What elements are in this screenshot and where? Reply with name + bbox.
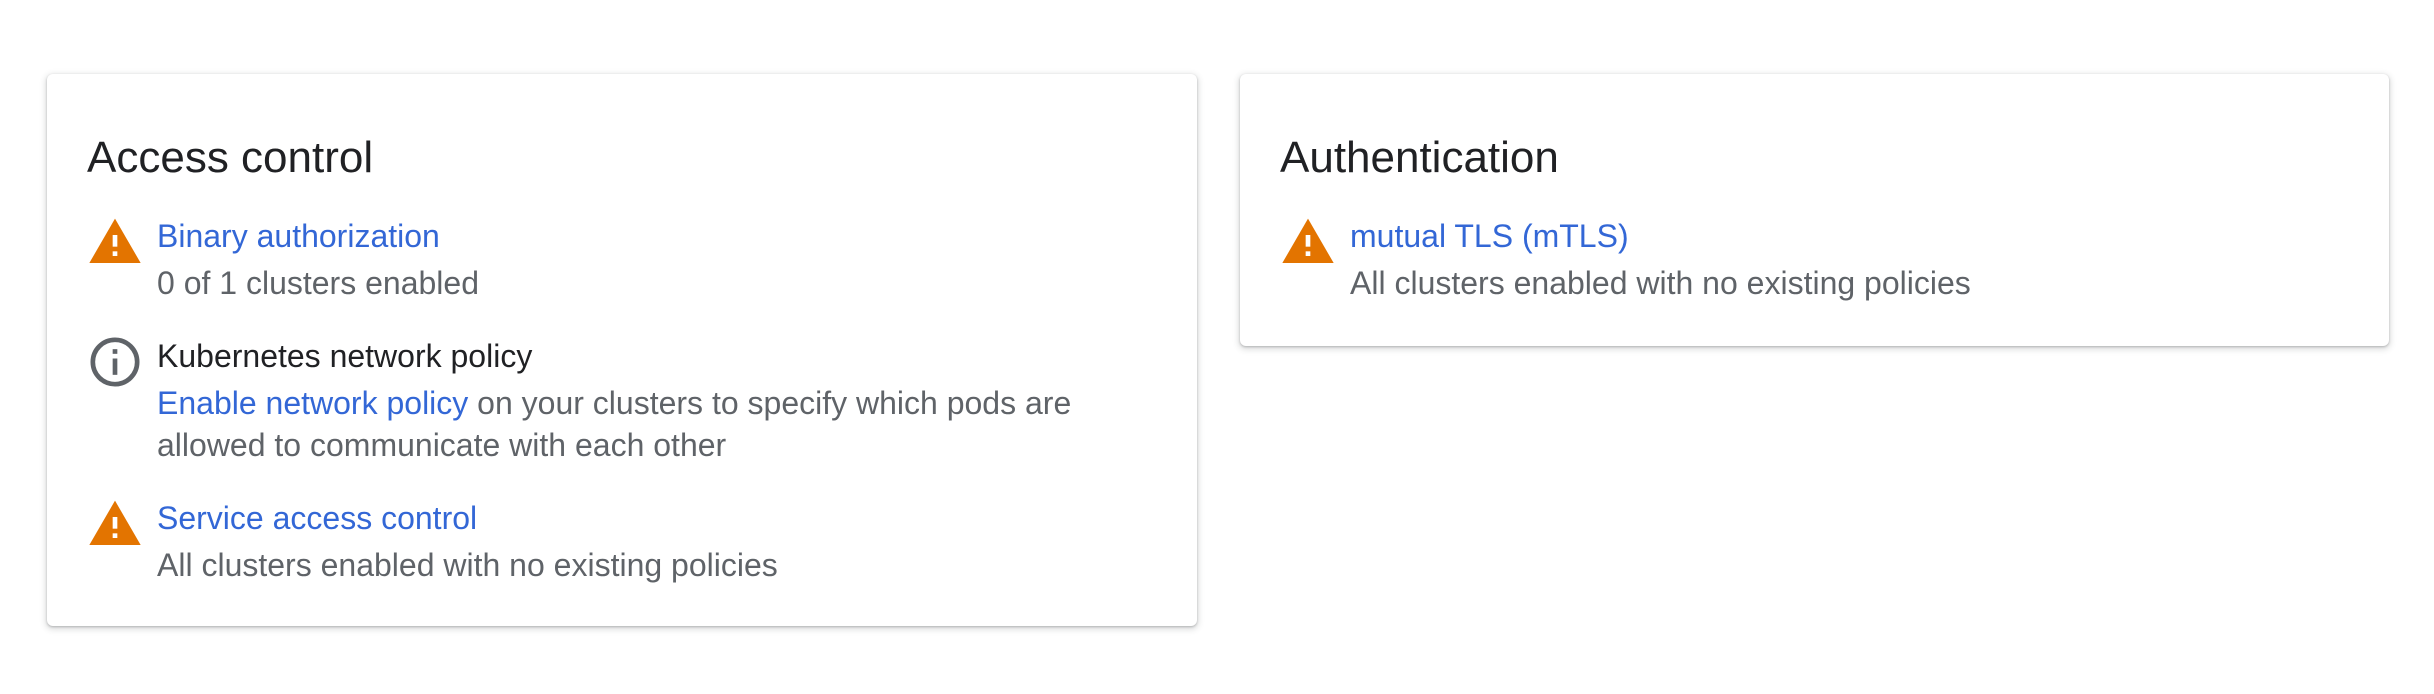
list-item-service-access-control: Service access control All clusters enab… <box>87 496 1157 586</box>
access-control-title: Access control <box>87 133 374 182</box>
kubernetes-network-policy-desc: Enable network policy on your clusters t… <box>157 382 1167 466</box>
mtls-status: All clusters enabled with no existing po… <box>1350 265 1971 301</box>
list-item-mtls: mutual TLS (mTLS) All clusters enabled w… <box>1280 214 2349 304</box>
authentication-title: Authentication <box>1280 133 1559 182</box>
mtls-link[interactable]: mutual TLS (mTLS) <box>1350 214 2349 258</box>
service-access-control-status: All clusters enabled with no existing po… <box>157 547 778 583</box>
info-icon <box>87 334 143 390</box>
authentication-card: Authentication mutual TLS (mTLS) All clu… <box>1240 74 2389 346</box>
binary-authorization-status: 0 of 1 clusters enabled <box>157 265 479 301</box>
access-control-card: Access control Binary authorization 0 of… <box>47 74 1197 626</box>
warning-icon <box>87 214 143 270</box>
warning-icon <box>87 496 143 552</box>
kubernetes-network-policy-title: Kubernetes network policy <box>157 338 533 374</box>
list-item-kubernetes-network-policy: Kubernetes network policy Enable network… <box>87 334 1157 466</box>
warning-icon <box>1280 214 1336 270</box>
list-item-binary-authorization: Binary authorization 0 of 1 clusters ena… <box>87 214 1157 304</box>
enable-network-policy-link[interactable]: Enable network policy <box>157 385 468 421</box>
binary-authorization-link[interactable]: Binary authorization <box>157 214 1157 258</box>
service-access-control-link[interactable]: Service access control <box>157 496 1157 540</box>
